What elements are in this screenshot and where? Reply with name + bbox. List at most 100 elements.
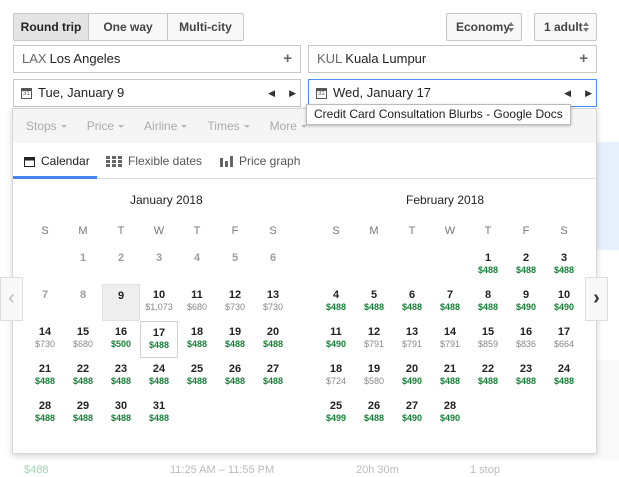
calendar-day[interactable]: 24 $488 — [140, 358, 178, 395]
one-way-button[interactable]: One way — [89, 14, 168, 40]
multi-city-button[interactable]: Multi-city — [168, 14, 243, 40]
calendar-day[interactable]: 2 $488 — [507, 247, 545, 284]
calendar-day[interactable]: 18 $488 — [178, 321, 216, 358]
day-price: $488 — [363, 302, 385, 312]
calendar-day: 8 — [64, 284, 102, 321]
calendar-day[interactable]: 22 $488 — [64, 358, 102, 395]
filter-price[interactable]: Price — [87, 109, 125, 143]
calendar-day[interactable]: 4 $488 — [317, 284, 355, 321]
next-day-icon[interactable]: ▶ — [585, 80, 592, 106]
chevron-down-icon — [60, 125, 67, 129]
calendar-day[interactable]: 27 $490 — [393, 395, 431, 432]
calendar-day[interactable]: 22 $488 — [469, 358, 507, 395]
calendar-day[interactable]: 15 $680 — [64, 321, 102, 358]
calendar-day[interactable]: 23 $488 — [102, 358, 140, 395]
calendar-day[interactable]: 6 $488 — [393, 284, 431, 321]
calendar-day[interactable]: 1 $488 — [469, 247, 507, 284]
cabin-class-dropdown[interactable]: Economy — [446, 13, 522, 41]
calendar-day[interactable]: 16 $500 — [102, 321, 140, 358]
calendar-day[interactable]: 16 $836 — [507, 321, 545, 358]
calendar-day[interactable]: 11 $680 — [178, 284, 216, 321]
calendar-day[interactable]: 5 $488 — [355, 284, 393, 321]
calendar-day[interactable]: 12 $730 — [216, 284, 254, 321]
prev-day-icon[interactable]: ◀ — [268, 80, 275, 106]
calendar-day[interactable]: 11 $490 — [317, 321, 355, 358]
passengers-dropdown[interactable]: 1 adult — [534, 13, 597, 41]
calendar-day[interactable]: 20 $488 — [254, 321, 292, 358]
next-month-button[interactable]: › — [585, 277, 608, 321]
day-number: 18 — [329, 363, 343, 375]
calendar-day[interactable]: 25 $488 — [178, 358, 216, 395]
calendar-day[interactable]: 10 $490 — [545, 284, 583, 321]
calendar-day[interactable]: 26 $488 — [355, 395, 393, 432]
filter-more[interactable]: More — [270, 109, 307, 143]
previous-month-button[interactable]: ‹ — [0, 277, 23, 321]
day-price: $680 — [186, 302, 208, 312]
calendar-day[interactable]: 13 $730 — [254, 284, 292, 321]
return-date-text: Wed, January 17 — [333, 85, 432, 100]
day-price: $488 — [148, 376, 170, 386]
background-results-area — [597, 360, 619, 460]
day-price: $490 — [401, 413, 423, 423]
calendar-day[interactable]: 25 $499 — [317, 395, 355, 432]
day-price: $836 — [515, 339, 537, 349]
calendar-day[interactable]: 17 $488 — [140, 321, 178, 358]
origin-field[interactable]: LAX Los Angeles + — [13, 45, 301, 73]
day-number: 28 — [443, 400, 457, 412]
calendar-day[interactable]: 15 $859 — [469, 321, 507, 358]
calendar-day[interactable]: 14 $791 — [431, 321, 469, 358]
day-price: $488 — [401, 302, 423, 312]
day-price: $488 — [148, 413, 170, 423]
calendar-day[interactable]: 9 $490 — [507, 284, 545, 321]
calendar-day[interactable]: 30 $488 — [102, 395, 140, 432]
day-number: 20 — [405, 363, 419, 375]
tab-price-graph[interactable]: Price graph — [220, 147, 300, 179]
add-destination-plus-icon[interactable]: + — [579, 46, 588, 72]
passengers-value: 1 adult — [544, 20, 583, 34]
calendar-day[interactable]: 19 $580 — [355, 358, 393, 395]
calendar-day[interactable]: 18 $724 — [317, 358, 355, 395]
calendar-day[interactable]: 28 $488 — [26, 395, 64, 432]
day-number: 14 — [443, 326, 457, 338]
calendar-day[interactable]: 29 $488 — [64, 395, 102, 432]
tab-calendar[interactable]: Calendar — [13, 147, 97, 179]
calendar-day[interactable]: 27 $488 — [254, 358, 292, 395]
calendar-day[interactable]: 3 $488 — [545, 247, 583, 284]
calendar-day[interactable]: 21 $488 — [26, 358, 64, 395]
bar-chart-icon — [220, 156, 233, 168]
filter-stops[interactable]: Stops — [26, 109, 67, 143]
tab-flexible-dates[interactable]: Flexible dates — [106, 147, 202, 179]
day-price: $488 — [439, 302, 461, 312]
filter-times[interactable]: Times — [207, 109, 250, 143]
calendar-day[interactable]: 10 $1,073 — [140, 284, 178, 321]
calendar-day[interactable]: 23 $488 — [507, 358, 545, 395]
calendar-day[interactable]: 14 $730 — [26, 321, 64, 358]
next-day-icon[interactable]: ▶ — [289, 80, 296, 106]
calendar-day[interactable]: 12 $791 — [355, 321, 393, 358]
calendar-day[interactable]: 19 $488 — [216, 321, 254, 358]
day-number: 21 — [38, 363, 52, 375]
filter-airline[interactable]: Airline — [144, 109, 188, 143]
day-price: $488 — [224, 376, 246, 386]
day-price: $488 — [477, 376, 499, 386]
depart-date-field[interactable]: 31 Tue, January 9 ◀ ▶ — [13, 79, 301, 107]
prev-day-icon[interactable]: ◀ — [564, 80, 571, 106]
round-trip-button[interactable]: Round trip — [14, 14, 89, 40]
calendar-day[interactable]: 13 $791 — [393, 321, 431, 358]
calendar-day[interactable]: 21 $488 — [431, 358, 469, 395]
calendar-day[interactable]: 7 $488 — [431, 284, 469, 321]
calendar-day[interactable]: 28 $490 — [431, 395, 469, 432]
add-origin-plus-icon[interactable]: + — [283, 46, 292, 72]
return-date-field[interactable]: 31 Wed, January 17 ◀ ▶ — [308, 79, 597, 107]
calendar-day[interactable]: 8 $488 — [469, 284, 507, 321]
destination-field[interactable]: KUL Kuala Lumpur + — [308, 45, 597, 73]
calendar-day[interactable]: 20 $490 — [393, 358, 431, 395]
calendar-day[interactable]: 26 $488 — [216, 358, 254, 395]
day-number: 29 — [76, 400, 90, 412]
calendar-day[interactable]: 31 $488 — [140, 395, 178, 432]
day-number: 23 — [519, 363, 533, 375]
calendar-day[interactable]: 17 $664 — [545, 321, 583, 358]
day-number: 2 — [522, 252, 530, 264]
day-price: $488 — [363, 413, 385, 423]
calendar-day[interactable]: 24 $488 — [545, 358, 583, 395]
